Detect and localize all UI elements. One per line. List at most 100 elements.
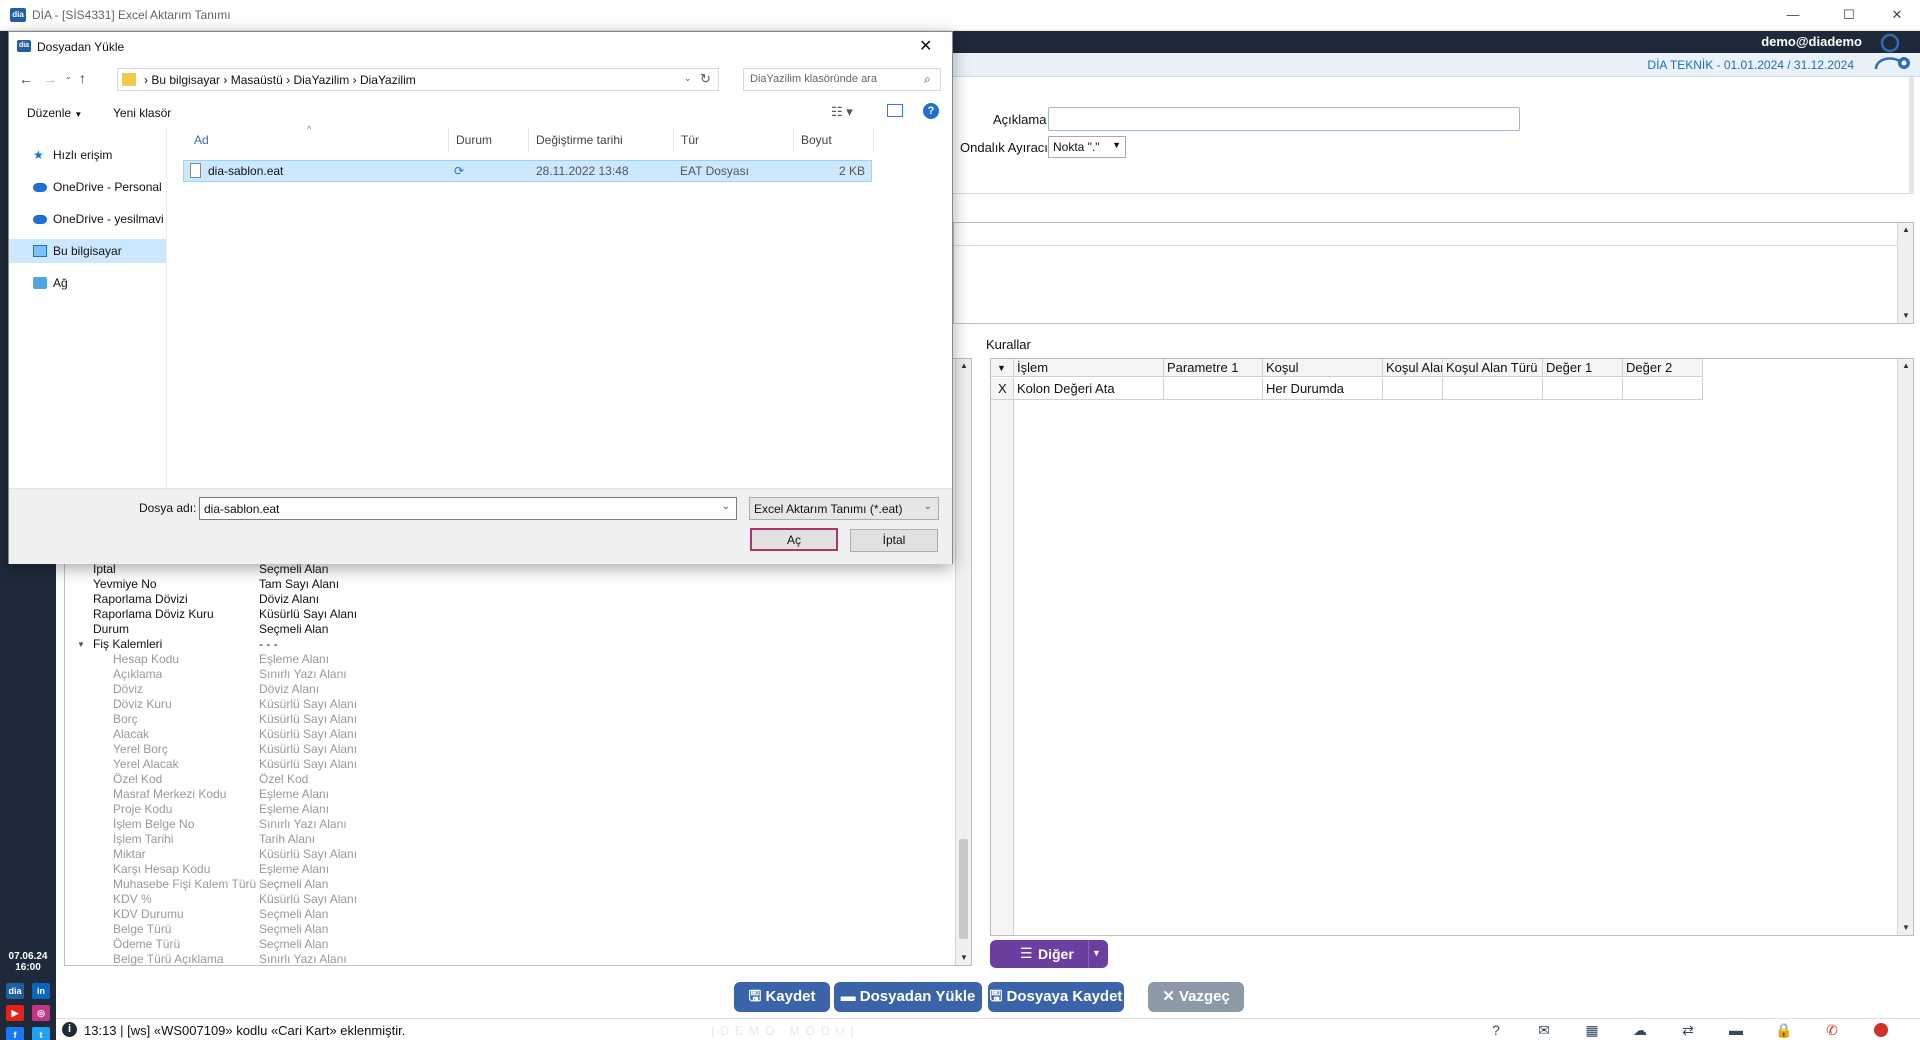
dia-social-icon[interactable]: dia [6,983,24,999]
load-from-file-button[interactable]: ▬ Dosyadan Yükle [834,982,982,1012]
nav-onedrive-yesilmavi[interactable]: OneDrive - yesilmavi [9,207,167,231]
save-to-file-button[interactable]: 🖫 Dosyaya Kaydet [988,982,1124,1012]
tree-item-name: KDV Durumu [113,907,184,921]
view-options-icon[interactable]: ☷ ▾ [831,104,853,120]
save-button[interactable]: 🖫 Kaydet [734,982,830,1012]
user-name[interactable]: demo@diademo [1761,34,1862,49]
tree-item-name: Yevmiye No [93,577,157,591]
minimize-button[interactable]: — [1770,4,1816,26]
address-bar[interactable]: › Bu bilgisayar › Masaüstü › DiaYazilim … [117,68,719,91]
tree-group-name: Fiş Kalemleri [93,637,163,651]
up-icon[interactable]: ↑ [79,70,86,86]
scroll-up-icon[interactable]: ▲ [956,359,972,373]
scrollbar[interactable]: ▲ ▼ [1897,359,1913,935]
exchange-icon[interactable]: ⇄ [1678,1022,1698,1038]
preview-pane-icon[interactable] [887,104,903,117]
forward-icon[interactable]: → [43,71,57,87]
scroll-down-icon[interactable]: ▼ [956,951,972,965]
scroll-down-icon[interactable]: ▼ [1898,921,1914,935]
chevron-down-icon[interactable]: ▼ [1092,948,1101,958]
refresh-icon[interactable]: ↻ [700,71,711,87]
nav-network[interactable]: Ağ [9,271,167,295]
cell-deger2[interactable] [1623,378,1703,400]
scrollbar[interactable]: ▲ ▼ [1897,223,1913,323]
col-parametre1[interactable]: Parametre 1 [1164,359,1263,377]
linkedin-icon[interactable]: in [32,983,50,999]
cell-kosul[interactable]: Her Durumda [1263,378,1383,400]
col-kosul-alan-turu[interactable]: Koşul Alan Türü [1443,359,1543,377]
organize-button[interactable]: Düzenle ▼ [27,106,82,120]
calculator-icon[interactable]: ▦ [1582,1022,1602,1038]
tree-item-type: Seçmeli Alan [259,562,329,576]
ondalik-select[interactable]: Nokta "." ▼ [1048,136,1126,158]
description-pane[interactable]: ▲ ▼ [953,222,1914,324]
other-button[interactable]: ☰ Diğer ▼ [990,940,1108,968]
col-size[interactable]: Boyut [794,128,874,152]
file-row[interactable]: dia-sablon.eat ⟳ 28.11.2022 13:48 EAT Do… [183,160,872,182]
cancel-button[interactable]: ✕ Vazgeç [1148,982,1244,1012]
user-settings-icon[interactable] [1872,31,1912,71]
search-icon[interactable]: ⌕ [924,72,931,87]
youtube-icon[interactable]: ▶ [6,1005,24,1021]
tree-item-type: Eşleme Alanı [259,802,330,816]
record-icon[interactable] [1874,1023,1888,1037]
row-marker[interactable]: X [991,378,1014,400]
facebook-icon[interactable]: f [6,1027,24,1040]
close-window-button[interactable]: ✕ [1874,4,1920,26]
new-folder-button[interactable]: Yeni klasör [113,106,171,120]
scroll-down-icon[interactable]: ▼ [1898,309,1914,323]
nav-onedrive-personal[interactable]: OneDrive - Personal [9,175,167,199]
cell-islem[interactable]: Kolon Değeri Ata [1014,378,1164,400]
cell-parametre1[interactable] [1164,378,1263,400]
help-icon[interactable]: ? [923,103,939,119]
dialog-cancel-button[interactable]: İptal [850,529,938,552]
back-icon[interactable]: ← [19,71,33,87]
col-kosul-alan[interactable]: Koşul Alan [1383,359,1443,377]
cell-deger1[interactable] [1543,378,1623,400]
phone-icon[interactable]: ✆ [1822,1022,1842,1038]
mail-icon[interactable]: ✉ [1534,1022,1554,1038]
divider [954,245,1897,246]
breadcrumb-item[interactable]: Bu bilgisayar [151,73,220,87]
scrollbar[interactable]: ▲ ▼ [955,359,971,965]
grid-menu-icon[interactable]: ▼ [991,359,1014,377]
breadcrumb-item[interactable]: Masaüstü [231,73,283,87]
chevron-down-icon[interactable]: ⌄ [684,73,692,84]
breadcrumb-item[interactable]: DiaYazilim [360,73,416,87]
breadcrumb-item[interactable]: DiaYazilim [293,73,349,87]
chat-icon[interactable]: ▬ [1726,1022,1746,1038]
nav-label: Hızlı erişim [53,148,113,162]
nav-quick-access[interactable]: ★ Hızlı erişim [9,143,167,167]
close-icon[interactable]: ✕ [919,36,932,56]
aciklama-input[interactable] [1048,107,1520,131]
cell-kosul-alan-turu[interactable] [1443,378,1543,400]
twitter-icon[interactable]: t [32,1027,50,1040]
chevron-down-icon[interactable]: ⌄ [722,501,730,512]
scroll-thumb[interactable] [959,839,968,939]
scroll-up-icon[interactable]: ▲ [1898,359,1914,373]
col-type[interactable]: Tür [674,128,794,152]
rules-grid[interactable]: ▼ İşlem Parametre 1 Koşul Koşul Alan Koş… [990,358,1914,936]
col-deger2[interactable]: Değer 2 [1623,359,1703,377]
maximize-button[interactable]: ☐ [1826,4,1872,26]
open-button[interactable]: Aç [750,528,838,551]
help-icon[interactable]: ? [1486,1022,1506,1038]
file-type-select[interactable]: Excel Aktarım Tanımı (*.eat) ⌄ [749,497,939,520]
col-deger1[interactable]: Değer 1 [1543,359,1623,377]
chevron-down-icon[interactable]: ⌄ [65,72,72,81]
expand-icon[interactable]: ▼ [77,637,85,652]
ondalik-label: Ondalık Ayıracı [960,140,1048,155]
col-date[interactable]: Değiştirme tarihi [529,128,674,152]
lock-icon[interactable]: 🔒 [1774,1022,1794,1038]
instagram-icon[interactable]: ◎ [32,1005,50,1021]
cell-kosul-alan[interactable] [1383,378,1443,400]
filename-input[interactable]: dia-sablon.eat ⌄ [199,497,737,520]
search-input[interactable]: DiaYazilim klasöründe ara ⌕ [743,68,941,91]
cloud-icon[interactable]: ☁ [1630,1022,1650,1038]
col-kosul[interactable]: Koşul [1263,359,1383,377]
scroll-up-icon[interactable]: ▲ [1898,223,1914,237]
col-name[interactable]: Ad [187,128,449,152]
col-status[interactable]: Durum [449,128,529,152]
col-islem[interactable]: İşlem [1014,359,1164,377]
nav-this-pc[interactable]: Bu bilgisayar [9,239,166,263]
